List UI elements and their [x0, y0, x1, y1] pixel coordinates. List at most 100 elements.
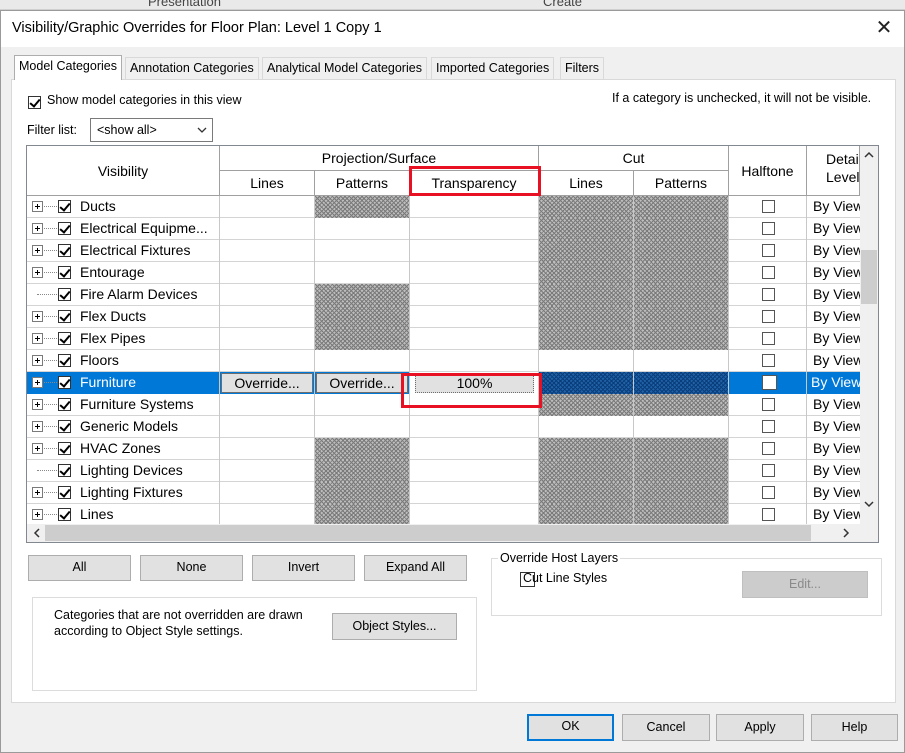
grid-cell-detail[interactable]: By View: [807, 196, 860, 218]
halftone-checkbox[interactable]: [762, 464, 775, 477]
grid-cell-cutlines[interactable]: [539, 306, 634, 328]
grid-cell-patterns[interactable]: [315, 328, 410, 350]
scroll-up-icon[interactable]: [864, 151, 874, 158]
table-row[interactable]: Flex Pipes By View: [27, 328, 860, 350]
grid-cell-half[interactable]: [729, 350, 807, 372]
detail-level-value[interactable]: By View: [813, 198, 860, 214]
grid-cell-detail[interactable]: By View: [807, 218, 860, 240]
grid-cell-detail[interactable]: By View: [807, 394, 860, 416]
detail-level-value[interactable]: By View: [813, 440, 860, 456]
grid-cell-transp[interactable]: [410, 196, 539, 218]
grid-cell-detail[interactable]: By View: [807, 284, 860, 306]
halftone-checkbox[interactable]: [762, 222, 775, 235]
category-visible-checkbox[interactable]: [58, 200, 71, 213]
grid-cell-cutpat[interactable]: [634, 504, 729, 524]
grid-cell-detail[interactable]: By View: [807, 460, 860, 482]
grid-cell-patterns[interactable]: [315, 504, 410, 524]
grid-cell-transp[interactable]: [410, 262, 539, 284]
grid-cell-lines[interactable]: [220, 218, 315, 240]
table-row[interactable]: Lighting Devices By View: [27, 460, 860, 482]
grid-cell-patterns[interactable]: [315, 262, 410, 284]
halftone-checkbox[interactable]: [762, 288, 775, 301]
grid-cell-cutlines[interactable]: [539, 218, 634, 240]
grid-cell-patterns[interactable]: [315, 416, 410, 438]
halftone-checkbox[interactable]: [762, 200, 775, 213]
halftone-checkbox[interactable]: [762, 420, 775, 433]
expand-plus-icon[interactable]: [32, 333, 43, 344]
grid-cell-transp[interactable]: [410, 218, 539, 240]
expand-plus-icon[interactable]: [32, 509, 43, 520]
grid-cell-half[interactable]: [729, 460, 807, 482]
detail-level-value[interactable]: By View: [813, 352, 860, 368]
grid-cell-half[interactable]: [729, 262, 807, 284]
grid-cell-patterns[interactable]: Override...: [315, 372, 410, 394]
grid-cell-detail[interactable]: By View: [807, 240, 860, 262]
grid-cell-lines[interactable]: [220, 394, 315, 416]
table-row[interactable]: Generic Models By View: [27, 416, 860, 438]
invert-button[interactable]: Invert: [252, 555, 355, 581]
object-styles-button[interactable]: Object Styles...: [332, 613, 457, 640]
halftone-checkbox[interactable]: [762, 244, 775, 257]
grid-cell-cutlines[interactable]: [539, 240, 634, 262]
cancel-button[interactable]: Cancel: [622, 714, 710, 741]
grid-cell-cutlines[interactable]: [539, 350, 634, 372]
halftone-checkbox[interactable]: [762, 332, 775, 345]
close-icon[interactable]: ✕: [873, 17, 895, 39]
help-button[interactable]: Help: [811, 714, 898, 741]
grid-cell-lines[interactable]: Override...: [220, 372, 315, 394]
detail-level-value[interactable]: By View: [813, 484, 860, 500]
table-row[interactable]: Fire Alarm Devices By View: [27, 284, 860, 306]
grid-cell-patterns[interactable]: [315, 350, 410, 372]
grid-cell-transp[interactable]: [410, 240, 539, 262]
grid-cell-half[interactable]: [729, 394, 807, 416]
table-row[interactable]: HVAC Zones By View: [27, 438, 860, 460]
all-button[interactable]: All: [28, 555, 131, 581]
grid-cell-lines[interactable]: [220, 438, 315, 460]
category-visible-checkbox[interactable]: [58, 464, 71, 477]
grid-cell-cutlines[interactable]: [539, 416, 634, 438]
grid-cell-half[interactable]: [729, 284, 807, 306]
grid-cell-patterns[interactable]: [315, 240, 410, 262]
grid-cell-patterns[interactable]: [315, 306, 410, 328]
grid-cell-patterns[interactable]: [315, 438, 410, 460]
grid-cell-half[interactable]: [729, 240, 807, 262]
grid-cell-detail[interactable]: By View: [807, 482, 860, 504]
grid-cell-half[interactable]: [729, 416, 807, 438]
grid-cell-detail[interactable]: By View: [807, 306, 860, 328]
grid-cell-cutpat[interactable]: [634, 372, 729, 394]
table-row[interactable]: Electrical Equipme... By View: [27, 218, 860, 240]
halftone-checkbox[interactable]: [762, 375, 777, 390]
grid-cell-half[interactable]: [729, 438, 807, 460]
filter-list-select[interactable]: <show all>: [90, 118, 213, 142]
halftone-checkbox[interactable]: [762, 266, 775, 279]
table-row[interactable]: Entourage By View: [27, 262, 860, 284]
grid-cell-half[interactable]: [729, 328, 807, 350]
category-visible-checkbox[interactable]: [58, 376, 71, 389]
grid-cell-lines[interactable]: [220, 284, 315, 306]
vertical-scroll-thumb[interactable]: [861, 250, 877, 304]
grid-cell-half[interactable]: [729, 372, 807, 394]
detail-level-value[interactable]: By View: [813, 220, 860, 236]
scroll-down-icon[interactable]: [864, 501, 874, 508]
grid-cell-transp[interactable]: [410, 460, 539, 482]
expand-plus-icon[interactable]: [32, 443, 43, 454]
expand-plus-icon[interactable]: [32, 421, 43, 432]
grid-cell-cutlines[interactable]: [539, 196, 634, 218]
detail-level-value[interactable]: By View: [813, 242, 860, 258]
halftone-checkbox[interactable]: [762, 310, 775, 323]
grid-cell-lines[interactable]: [220, 416, 315, 438]
grid-cell-half[interactable]: [729, 218, 807, 240]
ok-button[interactable]: OK: [527, 714, 614, 741]
expand-plus-icon[interactable]: [32, 377, 43, 388]
grid-cell-transp[interactable]: [410, 482, 539, 504]
grid-cell-cutlines[interactable]: [539, 262, 634, 284]
category-visible-checkbox[interactable]: [58, 266, 71, 279]
grid-cell-transp[interactable]: [410, 504, 539, 524]
none-button[interactable]: None: [140, 555, 243, 581]
category-visible-checkbox[interactable]: [58, 310, 71, 323]
expand-plus-icon[interactable]: [32, 311, 43, 322]
grid-cell-cutpat[interactable]: [634, 438, 729, 460]
grid-cell-cutpat[interactable]: [634, 328, 729, 350]
expand-plus-icon[interactable]: [32, 245, 43, 256]
grid-cell-patterns[interactable]: [315, 218, 410, 240]
